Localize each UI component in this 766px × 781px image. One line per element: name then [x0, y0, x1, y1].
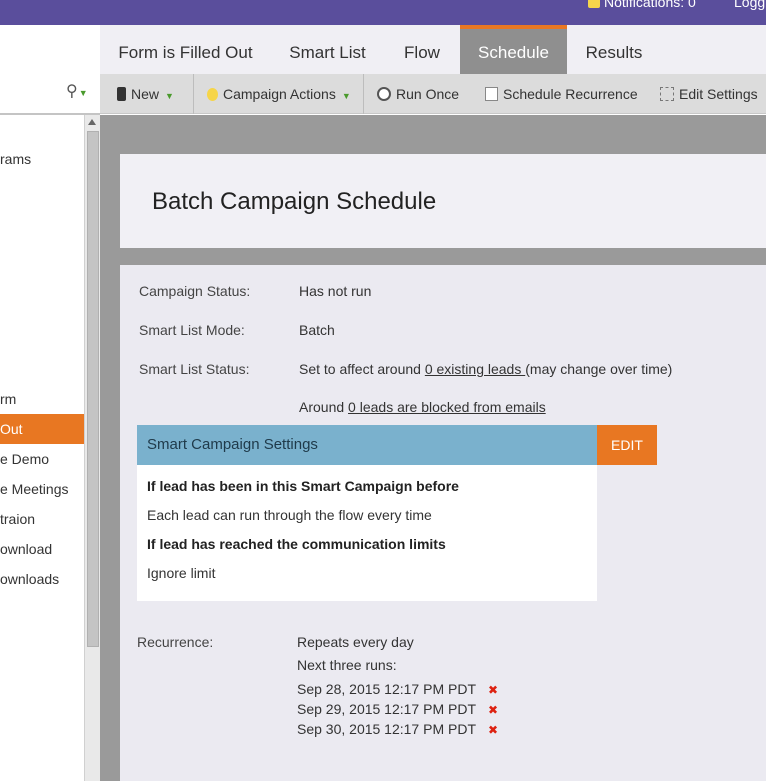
dropdown-arrow-icon: ▼ — [165, 91, 174, 101]
delete-run-icon[interactable]: ✖ — [488, 703, 498, 717]
tab-smart-list[interactable]: Smart List — [271, 25, 384, 74]
next-run-item: Sep 30, 2015 12:17 PM PDT ✖ — [297, 721, 498, 737]
notifications-link[interactable]: Notifications: 0 — [588, 0, 696, 10]
top-bar: Notifications: 0 Logg — [0, 0, 766, 25]
dropdown-arrow-icon: ▼ — [341, 91, 351, 101]
tree-item[interactable]: ownloads — [0, 564, 84, 594]
smart-campaign-settings: Smart Campaign Settings EDIT If lead has… — [137, 425, 657, 601]
run-once-button[interactable]: Run Once — [377, 74, 459, 114]
setting-answer-1: Each lead can run through the flow every… — [147, 507, 432, 523]
delete-run-icon[interactable]: ✖ — [488, 723, 498, 737]
tree-item[interactable]: ownload — [0, 534, 84, 564]
dropdown-arrow-icon: ▼ — [78, 88, 88, 98]
settings-box: If lead has been in this Smart Campaign … — [137, 465, 597, 601]
new-button[interactable]: New ▼ — [117, 74, 174, 114]
campaign-status-value: Has not run — [299, 283, 372, 299]
notifications-label: Notifications: 0 — [604, 0, 696, 10]
edit-settings-button-orange[interactable]: EDIT — [597, 425, 657, 465]
smart-list-status-label: Smart List Status: — [139, 361, 250, 377]
setting-answer-2: Ignore limit — [147, 565, 216, 581]
run-date: Sep 28, 2015 12:17 PM PDT — [297, 681, 476, 697]
calendar-icon — [485, 87, 498, 101]
main-content: Batch Campaign Schedule Campaign Status:… — [100, 115, 766, 781]
toolbar: New ▼ Campaign Actions ▼ Run Once Schedule… — [100, 74, 766, 114]
tree-item[interactable]: rams — [0, 144, 84, 174]
tree-item-selected[interactable]: Out — [0, 414, 84, 444]
edit-icon — [660, 87, 674, 101]
bell-icon — [588, 0, 600, 9]
campaign-actions-button[interactable]: Campaign Actions ▼ — [207, 74, 351, 114]
lightbulb-icon — [207, 88, 218, 101]
tree-item[interactable]: rm — [0, 384, 84, 414]
blocked-leads-value: Around 0 leads are blocked from emails — [299, 399, 546, 415]
campaign-status-label: Campaign Status: — [139, 283, 251, 299]
blocked-leads-link[interactable]: 0 leads are blocked from emails — [348, 399, 546, 415]
smart-list-status-prefix: Set to affect around — [299, 361, 425, 377]
new-label: New — [131, 86, 160, 102]
tree-header: ⚲▼ — [0, 25, 100, 115]
existing-leads-link[interactable]: 0 existing leads — [425, 361, 525, 377]
new-icon — [117, 87, 126, 101]
recurrence-value: Repeats every day — [297, 634, 414, 650]
scroll-up-icon[interactable] — [88, 119, 96, 125]
next-run-item: Sep 29, 2015 12:17 PM PDT ✖ — [297, 701, 498, 717]
scroll-thumb[interactable] — [87, 131, 99, 647]
smart-list-status-value: Set to affect around 0 existing leads (m… — [299, 361, 672, 377]
tab-form-is-filled-out[interactable]: Form is Filled Out — [100, 25, 271, 74]
setting-question-2: If lead has reached the communication li… — [147, 536, 446, 552]
tree-item[interactable]: e Demo — [0, 444, 84, 474]
smart-list-mode-value: Batch — [299, 322, 335, 338]
next-runs-label: Next three runs: — [297, 657, 397, 673]
toolbar-divider — [193, 74, 194, 114]
tab-flow[interactable]: Flow — [384, 25, 460, 74]
tab-results[interactable]: Results — [567, 25, 661, 74]
run-date: Sep 29, 2015 12:17 PM PDT — [297, 701, 476, 717]
tab-schedule[interactable]: Schedule — [460, 25, 567, 74]
next-run-item: Sep 28, 2015 12:17 PM PDT ✖ — [297, 681, 498, 697]
run-date: Sep 30, 2015 12:17 PM PDT — [297, 721, 476, 737]
smart-list-mode-label: Smart List Mode: — [139, 322, 245, 338]
tree-item[interactable]: e Meetings — [0, 474, 84, 504]
setting-question-1: If lead has been in this Smart Campaign … — [147, 478, 459, 494]
tree-tools-menu[interactable]: ⚲▼ — [66, 81, 88, 101]
run-once-label: Run Once — [396, 86, 460, 102]
schedule-recurrence-button[interactable]: Schedule Recurrence — [485, 74, 638, 114]
tree-item[interactable]: traion — [0, 504, 84, 534]
wrench-icon: ⚲ — [66, 83, 78, 100]
page-title: Batch Campaign Schedule — [152, 188, 437, 215]
logout-link[interactable]: Logg — [734, 0, 765, 10]
toolbar-divider — [363, 74, 364, 114]
recurrence-label: Recurrence: — [137, 634, 214, 650]
sidebar-scrollbar[interactable] — [84, 115, 100, 781]
schedule-panel: Campaign Status: Has not run Smart List … — [120, 265, 766, 781]
schedule-recurrence-label: Schedule Recurrence — [503, 86, 638, 102]
edit-settings-button[interactable]: Edit Settings — [660, 74, 758, 114]
smart-list-status-suffix: (may change over time) — [525, 361, 673, 377]
settings-title: Smart Campaign Settings — [137, 425, 597, 465]
campaign-tabs: Form is Filled Out Smart List Flow Sched… — [100, 25, 766, 74]
schedule-header: Batch Campaign Schedule — [120, 154, 766, 248]
sidebar-tree: rams rm Out e Demo e Meetings traion own… — [0, 115, 84, 781]
run-once-icon — [377, 87, 391, 101]
blocked-prefix: Around — [299, 399, 349, 415]
campaign-actions-label: Campaign Actions — [223, 86, 336, 102]
edit-settings-label: Edit Settings — [679, 86, 758, 102]
delete-run-icon[interactable]: ✖ — [488, 683, 498, 697]
